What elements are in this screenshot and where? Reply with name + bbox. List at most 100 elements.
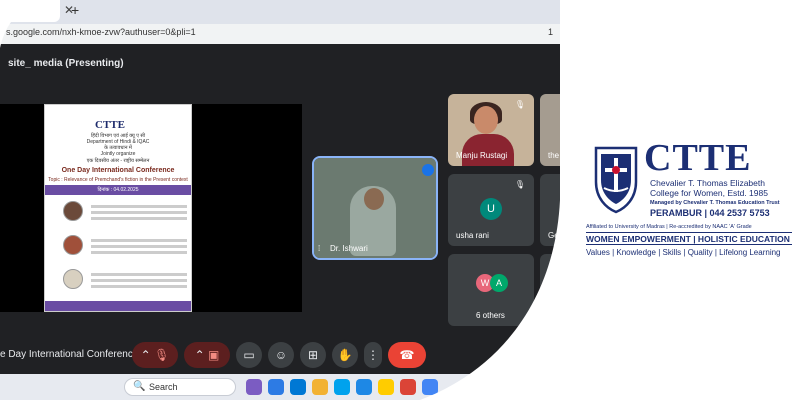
participant-avatar: A bbox=[490, 274, 508, 292]
poster-text-line bbox=[91, 251, 187, 254]
taskbar-search[interactable]: 🔍 Search bbox=[124, 378, 236, 396]
poster-date-band: दिनांक : 04.02.2025 bbox=[45, 185, 191, 195]
chevron-up-icon[interactable]: ⌃ bbox=[195, 348, 205, 362]
file-explorer-icon[interactable] bbox=[312, 379, 328, 395]
affiliation-line: Affiliated to University of Madras | Re-… bbox=[586, 224, 752, 230]
raise-hand-button[interactable]: ✋ bbox=[332, 342, 358, 368]
college-logo: CTTE Chevalier T. Thomas Elizabeth Colle… bbox=[586, 138, 792, 262]
others-tile[interactable]: W A 6 others bbox=[448, 254, 534, 326]
emoji-button[interactable]: ☺ bbox=[268, 342, 294, 368]
participant-tile[interactable]: CT bbox=[540, 254, 580, 326]
people-count: 12 bbox=[542, 336, 550, 343]
store-icon[interactable] bbox=[334, 379, 350, 395]
participant-name: Ge bbox=[548, 231, 559, 240]
google-meet-window: site_ media (Presenting) CTTE हिंदी विभा… bbox=[0, 44, 580, 374]
meeting-controls-bar: e Day International Conferenc... ⌃ 🎙 ⌃ ▣… bbox=[0, 336, 580, 374]
search-icon: 🔍 bbox=[133, 381, 146, 392]
poster-text-line bbox=[91, 273, 187, 276]
participant-avatar: U bbox=[480, 198, 502, 220]
poster-text-line bbox=[91, 239, 187, 242]
speaking-indicator-icon bbox=[422, 164, 434, 176]
poster-speaker-photo bbox=[63, 201, 83, 221]
camera-toggle-button[interactable]: ⌃ ▣ bbox=[184, 342, 230, 368]
mic-off-icon: 🎙 bbox=[514, 180, 526, 189]
speaker-name: Dr. Ishwari bbox=[330, 244, 368, 253]
address-bar-counter: 1 bbox=[548, 27, 554, 37]
participant-name: usha rani bbox=[456, 231, 489, 240]
windows-taskbar: 🔍 Search bbox=[0, 374, 580, 400]
emoji-icon[interactable]: ☺ bbox=[275, 348, 287, 362]
chrome-profile-icon[interactable] bbox=[422, 379, 438, 395]
chevron-up-icon[interactable]: ⌃ bbox=[141, 348, 151, 362]
poster-speaker-photo bbox=[63, 235, 83, 255]
present-button[interactable]: ⊞ bbox=[300, 342, 326, 368]
new-tab-button[interactable]: + bbox=[71, 2, 79, 18]
poster-logo: CTTE bbox=[95, 119, 125, 131]
browser-tab[interactable] bbox=[0, 0, 60, 22]
present-screen-icon[interactable]: ⊞ bbox=[308, 348, 318, 362]
participant-video-head bbox=[474, 106, 498, 134]
participant-tile[interactable]: the bbox=[540, 94, 580, 166]
poster-title: One Day International Conference bbox=[61, 167, 175, 174]
college-name-line: College for Women, Estd. 1985 bbox=[650, 188, 768, 198]
people-icon[interactable]: 👥 bbox=[534, 348, 548, 361]
others-count-label: 6 others bbox=[476, 311, 505, 320]
poster-text-line bbox=[91, 211, 187, 214]
active-speaker-tile[interactable]: ⁞ Dr. Ishwari bbox=[312, 156, 438, 260]
trust-line: Managed by Chevalier T. Thomas Education… bbox=[650, 200, 780, 206]
college-logo-title: CTTE bbox=[644, 137, 752, 179]
info-icon[interactable]: ⓘ bbox=[510, 348, 521, 364]
values-line: Values | Knowledge | Skills | Quality | … bbox=[586, 248, 781, 257]
meeting-name: e Day International Conferenc... bbox=[0, 349, 142, 360]
more-options-button[interactable]: ⋮ bbox=[364, 342, 382, 368]
participant-name: the bbox=[548, 151, 560, 160]
poster-line: Jointly organize bbox=[100, 151, 136, 157]
poster-date: दिनांक : 04.02.2025 bbox=[97, 187, 139, 193]
participant-tile[interactable]: Ge bbox=[540, 174, 580, 246]
widgets-icon[interactable] bbox=[268, 379, 284, 395]
more-vert-icon[interactable]: ⋮ bbox=[367, 348, 379, 362]
stage: ✕ + s.google.com/nxh-kmoe-zvw?authuser=0… bbox=[0, 0, 800, 400]
mic-off-icon[interactable]: 🎙 bbox=[154, 348, 169, 362]
search-label: Search bbox=[149, 382, 178, 392]
college-crest-icon bbox=[594, 146, 638, 214]
participant-video-body bbox=[462, 134, 514, 166]
task-view-icon[interactable] bbox=[246, 379, 262, 395]
mail-icon[interactable] bbox=[356, 379, 372, 395]
hand-icon[interactable]: ✋ bbox=[338, 348, 353, 362]
poster-text-line bbox=[91, 217, 187, 220]
chrome-icon[interactable] bbox=[400, 379, 416, 395]
poster-line: एक दिवसीय अंतर - राष्ट्रीय सम्मेलन bbox=[86, 158, 150, 164]
tagline: WOMEN EMPOWERMENT | HOLISTIC EDUCATION bbox=[586, 234, 790, 244]
participant-name: Manju Rustagi bbox=[456, 151, 508, 160]
poster-topic: Topic : Relevance of Premchand's fiction… bbox=[48, 177, 188, 183]
poster-text-line bbox=[91, 285, 187, 288]
location-phone: PERAMBUR | 044 2537 5753 bbox=[650, 208, 770, 218]
poster-text-line bbox=[91, 279, 187, 282]
browser-top-bar: ✕ + s.google.com/nxh-kmoe-zvw?authuser=0… bbox=[0, 0, 580, 46]
college-name-line: Chevalier T. Thomas Elizabeth bbox=[650, 178, 765, 188]
presenting-label: site_ media (Presenting) bbox=[8, 58, 124, 69]
conference-poster: CTTE हिंदी विभाग एवं आई क्यू ए सी Depart… bbox=[44, 104, 192, 312]
poster-footer-band bbox=[45, 301, 191, 311]
pin-icon[interactable]: ⁞ bbox=[318, 244, 320, 253]
poster-speaker-photo bbox=[63, 269, 83, 289]
participant-video bbox=[540, 94, 580, 166]
app-icon[interactable] bbox=[378, 379, 394, 395]
address-bar[interactable]: s.google.com/nxh-kmoe-zvw?authuser=0&pli… bbox=[0, 24, 580, 44]
mic-off-icon: 🎙 bbox=[514, 100, 526, 109]
participant-tile[interactable]: 🎙 U usha rani bbox=[448, 174, 534, 246]
edge-icon[interactable] bbox=[290, 379, 306, 395]
leave-call-button[interactable]: ☎ bbox=[388, 342, 426, 368]
captions-button[interactable]: ▭ bbox=[236, 342, 262, 368]
phone-hangup-icon[interactable]: ☎ bbox=[400, 348, 415, 362]
captions-icon[interactable]: ▭ bbox=[243, 348, 254, 362]
poster-text-line bbox=[91, 245, 187, 248]
participant-tile[interactable]: 🎙 Manju Rustagi bbox=[448, 94, 534, 166]
tagline-band: WOMEN EMPOWERMENT | HOLISTIC EDUCATION bbox=[586, 232, 792, 245]
url-text[interactable]: s.google.com/nxh-kmoe-zvw?authuser=0&pli… bbox=[6, 27, 196, 37]
mic-toggle-button[interactable]: ⌃ 🎙 bbox=[132, 342, 178, 368]
camera-off-icon[interactable]: ▣ bbox=[208, 348, 219, 362]
participant-name: CT bbox=[548, 311, 559, 320]
speaker-video-head bbox=[364, 188, 384, 210]
